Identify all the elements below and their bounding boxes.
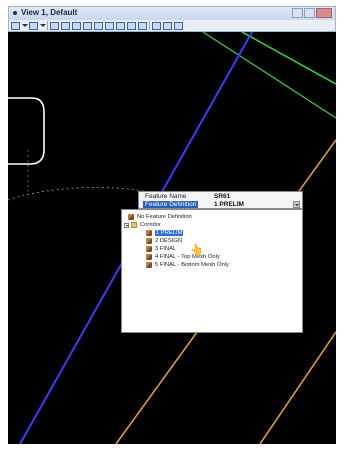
feature-definition-label: Feature Definition <box>143 201 199 208</box>
window-title: View 1, Default <box>21 8 78 17</box>
list-item[interactable]: 5 FINAL - Bottom Mesh Only <box>146 261 229 269</box>
copy-view-icon[interactable] <box>152 21 161 30</box>
minimize-button[interactable] <box>292 8 303 18</box>
view-next-icon[interactable] <box>138 21 147 30</box>
feature-definition-value[interactable]: 1 PRELIM <box>214 201 244 208</box>
feature-item-label: 1 PRELIM <box>155 230 184 236</box>
green-line-inner <box>202 32 336 119</box>
view-previous-icon[interactable] <box>127 21 136 30</box>
collapse-icon[interactable] <box>124 222 129 228</box>
rotate-view-icon[interactable] <box>105 21 114 30</box>
view-toolbar <box>8 20 336 32</box>
chevron-down-icon[interactable] <box>22 22 28 30</box>
view-window: View 1, Default Feature Name SR61 Featur… <box>0 0 345 450</box>
white-curb-curve <box>8 97 45 165</box>
feature-definition-icon <box>128 214 134 220</box>
window-controls <box>292 8 332 19</box>
chevron-down-icon[interactable] <box>40 22 46 30</box>
feature-item-label: 5 FINAL - Bottom Mesh Only <box>155 262 229 268</box>
maximize-button[interactable] <box>304 8 315 18</box>
feature-definition-dropdown: No Feature Definition Corridor 1 PRELIM … <box>121 209 303 333</box>
camera-icon[interactable] <box>174 21 183 30</box>
feature-name-value: SR61 <box>214 193 231 200</box>
no-feature-definition-label: No Feature Definition <box>137 214 192 220</box>
mouse-pointer-icon: 👆 <box>190 244 204 256</box>
window-menu-icon[interactable] <box>13 11 17 15</box>
folder-label: Corridor <box>140 222 161 228</box>
dotted-edge-line <box>8 187 149 201</box>
feature-definition-icon <box>146 246 152 252</box>
feature-definition-icon <box>146 230 152 236</box>
feature-name-label: Feature Name <box>145 193 187 200</box>
chevron-down-icon[interactable] <box>293 201 300 208</box>
list-item[interactable]: 4 FINAL - Top Mesh Only <box>146 253 220 261</box>
zoom-out-icon[interactable] <box>72 21 81 30</box>
view-attributes-icon[interactable] <box>11 21 20 30</box>
update-view-icon[interactable] <box>50 21 59 30</box>
toolbar-separator <box>149 21 150 30</box>
toolbar-separator <box>47 21 48 30</box>
clip-volume-icon[interactable] <box>163 21 172 30</box>
display-style-icon[interactable] <box>29 21 38 30</box>
list-item[interactable]: 1 PRELIM <box>146 229 184 237</box>
close-button[interactable] <box>316 8 332 18</box>
list-item[interactable]: 2 DESIGN <box>146 237 182 245</box>
feature-definition-icon <box>146 254 152 260</box>
list-item[interactable]: 3 FINAL <box>146 245 176 253</box>
feature-item-label: 4 FINAL - Top Mesh Only <box>155 254 220 260</box>
tree-folder-corridor[interactable]: Corridor <box>124 221 161 229</box>
window-area-icon[interactable] <box>83 21 92 30</box>
feature-item-label: 2 DESIGN <box>155 238 183 244</box>
title-bar[interactable]: View 1, Default <box>8 6 336 20</box>
feature-definition-icon <box>146 238 152 244</box>
feature-tooltip: Feature Name SR61 Feature Definition 1 P… <box>138 191 303 209</box>
feature-item-label: 3 FINAL <box>155 246 177 252</box>
green-line-top <box>241 32 336 85</box>
pan-view-icon[interactable] <box>116 21 125 30</box>
zoom-in-icon[interactable] <box>61 21 70 30</box>
folder-icon <box>131 222 137 228</box>
feature-definition-icon <box>146 262 152 268</box>
fit-view-icon[interactable] <box>94 21 103 30</box>
orange-line-lower <box>259 331 336 444</box>
list-item[interactable]: No Feature Definition <box>128 213 192 221</box>
